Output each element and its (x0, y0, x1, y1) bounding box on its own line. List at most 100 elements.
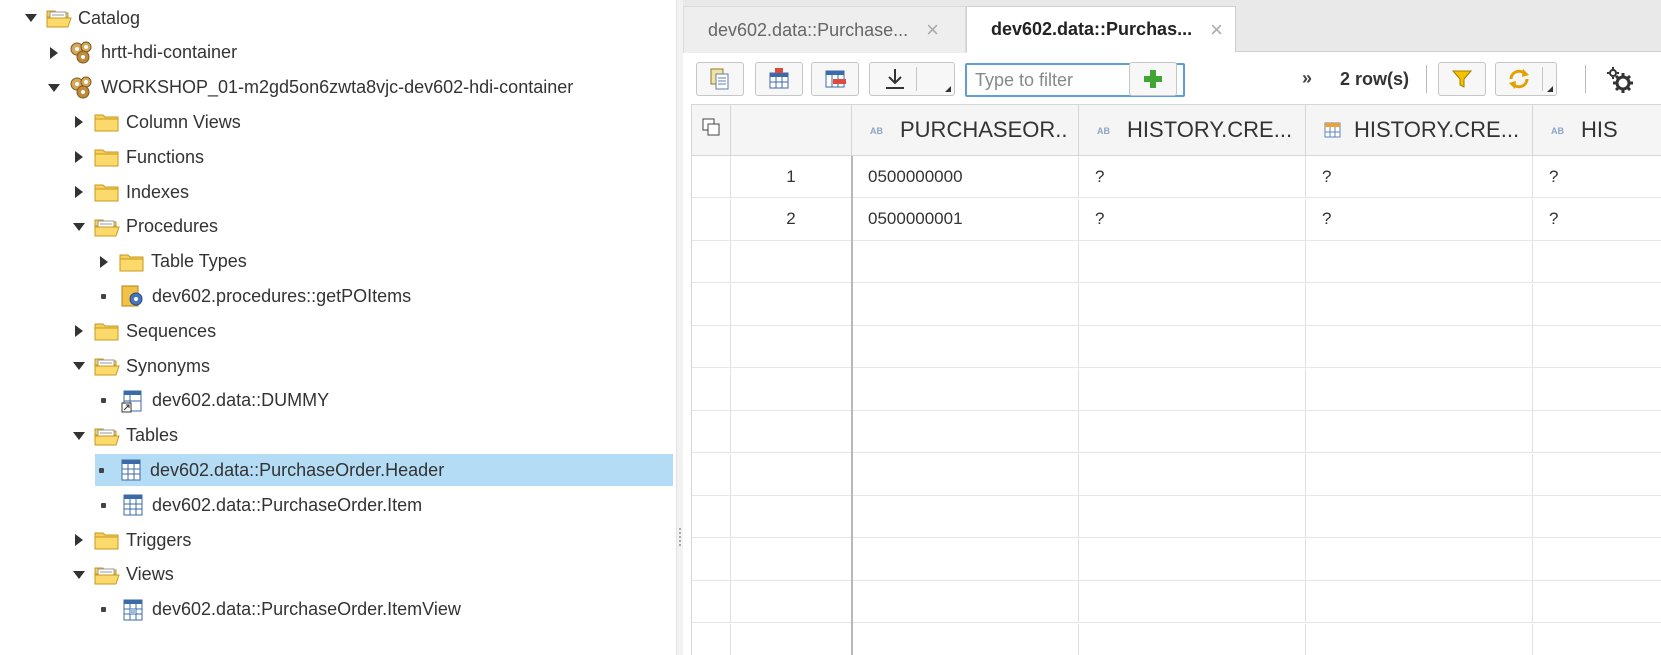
tree-item[interactable]: Sequences (72, 315, 216, 347)
row-selector-cell[interactable] (692, 241, 731, 283)
table-cell[interactable] (1306, 241, 1533, 283)
filter-button[interactable] (1438, 62, 1486, 96)
table-cell[interactable] (852, 283, 1079, 326)
row-selector-cell[interactable] (692, 538, 731, 581)
row-selector-cell[interactable] (692, 198, 731, 241)
table-cell[interactable] (1079, 411, 1306, 453)
table-cell[interactable] (852, 241, 1079, 283)
table-cell[interactable] (1079, 241, 1306, 283)
tree-item[interactable]: Views (72, 559, 174, 591)
table-cell[interactable] (852, 623, 1079, 655)
tree-item[interactable]: dev602.data::PurchaseOrder.Header (95, 454, 673, 487)
table-cell[interactable]: 0500000000 (852, 156, 1079, 198)
close-icon[interactable]: × (1210, 18, 1223, 41)
splitter-grip[interactable] (679, 528, 681, 546)
tree-item[interactable]: dev602.data::PurchaseOrder.Item (97, 489, 422, 521)
column-header[interactable]: AB HISTORY.CRE... (1079, 104, 1306, 156)
table-cell[interactable]: ? (1079, 198, 1306, 241)
table-cell[interactable] (852, 411, 1079, 453)
tree-item[interactable]: WORKSHOP_01-m2gd5on6zwta8vjc-dev602-hdi-… (47, 72, 573, 104)
table-cell[interactable] (1533, 284, 1661, 326)
overflow-chevron-icon[interactable]: » (1302, 68, 1312, 89)
table-cell[interactable] (1533, 241, 1661, 283)
table-cell[interactable] (852, 538, 1079, 581)
table-cell[interactable] (1079, 283, 1306, 326)
table-cell[interactable] (1306, 496, 1533, 538)
add-filter-button[interactable] (1129, 62, 1177, 96)
table-cell[interactable] (1079, 453, 1306, 496)
table-cell[interactable] (1306, 453, 1533, 496)
tree-item[interactable]: Table Types (97, 246, 247, 278)
expand-right-arrow-icon[interactable] (72, 185, 86, 199)
dropdown-arrow-icon[interactable] (1547, 86, 1553, 92)
expand-down-arrow-icon[interactable] (72, 429, 86, 443)
copy-button[interactable] (696, 62, 744, 96)
tree-item[interactable]: Indexes (72, 176, 189, 208)
download-button[interactable] (869, 62, 955, 96)
refresh-button[interactable] (1495, 62, 1557, 96)
table-cell[interactable] (1079, 623, 1306, 655)
row-selector-cell[interactable] (692, 411, 731, 453)
table-cell[interactable] (852, 453, 1079, 496)
expand-down-arrow-icon[interactable] (72, 568, 86, 582)
table-cell[interactable] (1306, 623, 1533, 655)
table-cell[interactable] (1533, 369, 1661, 411)
table-cell[interactable]: ? (1306, 156, 1533, 198)
table-cell[interactable] (852, 326, 1079, 368)
table-cell[interactable] (1533, 624, 1661, 655)
delete-row-button[interactable] (811, 62, 859, 96)
table-cell[interactable]: ? (1533, 156, 1661, 198)
row-selector-cell[interactable] (692, 283, 731, 326)
expand-right-arrow-icon[interactable] (72, 115, 86, 129)
expand-down-arrow-icon[interactable] (72, 359, 86, 373)
tree-item[interactable]: Catalog (24, 2, 140, 34)
table-cell[interactable] (1306, 538, 1533, 581)
table-cell[interactable] (1306, 581, 1533, 623)
table-cell[interactable]: ? (1533, 199, 1661, 241)
table-cell[interactable] (1306, 326, 1533, 368)
table-cell[interactable] (852, 368, 1079, 411)
table-cell[interactable] (1079, 368, 1306, 411)
tree-item[interactable]: Functions (72, 141, 204, 173)
table-cell[interactable] (1306, 411, 1533, 453)
expand-right-arrow-icon[interactable] (72, 533, 86, 547)
expand-right-arrow-icon[interactable] (97, 255, 111, 269)
expand-right-arrow-icon[interactable] (72, 150, 86, 164)
row-selector-cell[interactable] (692, 581, 731, 623)
table-cell[interactable] (1533, 326, 1661, 368)
dropdown-arrow-icon[interactable] (945, 86, 951, 92)
table-cell[interactable] (852, 581, 1079, 623)
expand-down-arrow-icon[interactable] (24, 11, 38, 25)
table-cell[interactable] (1079, 538, 1306, 581)
settings-button[interactable] (1607, 67, 1635, 98)
row-selector-cell[interactable] (692, 623, 731, 655)
expand-down-arrow-icon[interactable] (47, 81, 61, 95)
table-cell[interactable] (1079, 581, 1306, 623)
row-selector-cell[interactable] (692, 453, 731, 496)
pane-splitter[interactable] (676, 0, 683, 655)
tree-item[interactable]: dev602.data::DUMMY (97, 385, 329, 417)
tree-item[interactable]: Triggers (72, 524, 191, 556)
tab-purchase-order-header[interactable]: dev602.data::Purchas... × (966, 6, 1236, 53)
tab-purchase-order-item[interactable]: dev602.data::Purchase... × (683, 6, 966, 53)
tree-item[interactable]: hrtt-hdi-container (47, 37, 237, 69)
table-cell[interactable]: ? (1306, 198, 1533, 241)
insert-row-button[interactable] (755, 62, 803, 96)
column-header[interactable]: AB HIS (1533, 104, 1661, 156)
row-selector-cell[interactable] (692, 156, 731, 198)
select-all-cell[interactable] (692, 104, 731, 156)
column-header[interactable]: HISTORY.CRE... (1306, 104, 1533, 156)
table-cell[interactable] (1079, 326, 1306, 368)
tree-item[interactable]: Synonyms (72, 350, 210, 382)
tree-item[interactable]: dev602.data::PurchaseOrder.ItemView (97, 594, 461, 626)
row-selector-cell[interactable] (692, 496, 731, 538)
table-cell[interactable] (1306, 368, 1533, 411)
column-header[interactable]: AB PURCHASEOR.. (852, 104, 1079, 156)
tree-item[interactable]: Tables (72, 420, 178, 452)
expand-right-arrow-icon[interactable] (72, 324, 86, 338)
table-cell[interactable] (1533, 581, 1661, 623)
table-cell[interactable] (1079, 496, 1306, 538)
expand-right-arrow-icon[interactable] (47, 46, 61, 60)
table-cell[interactable] (1533, 539, 1661, 581)
close-icon[interactable]: × (926, 19, 939, 41)
